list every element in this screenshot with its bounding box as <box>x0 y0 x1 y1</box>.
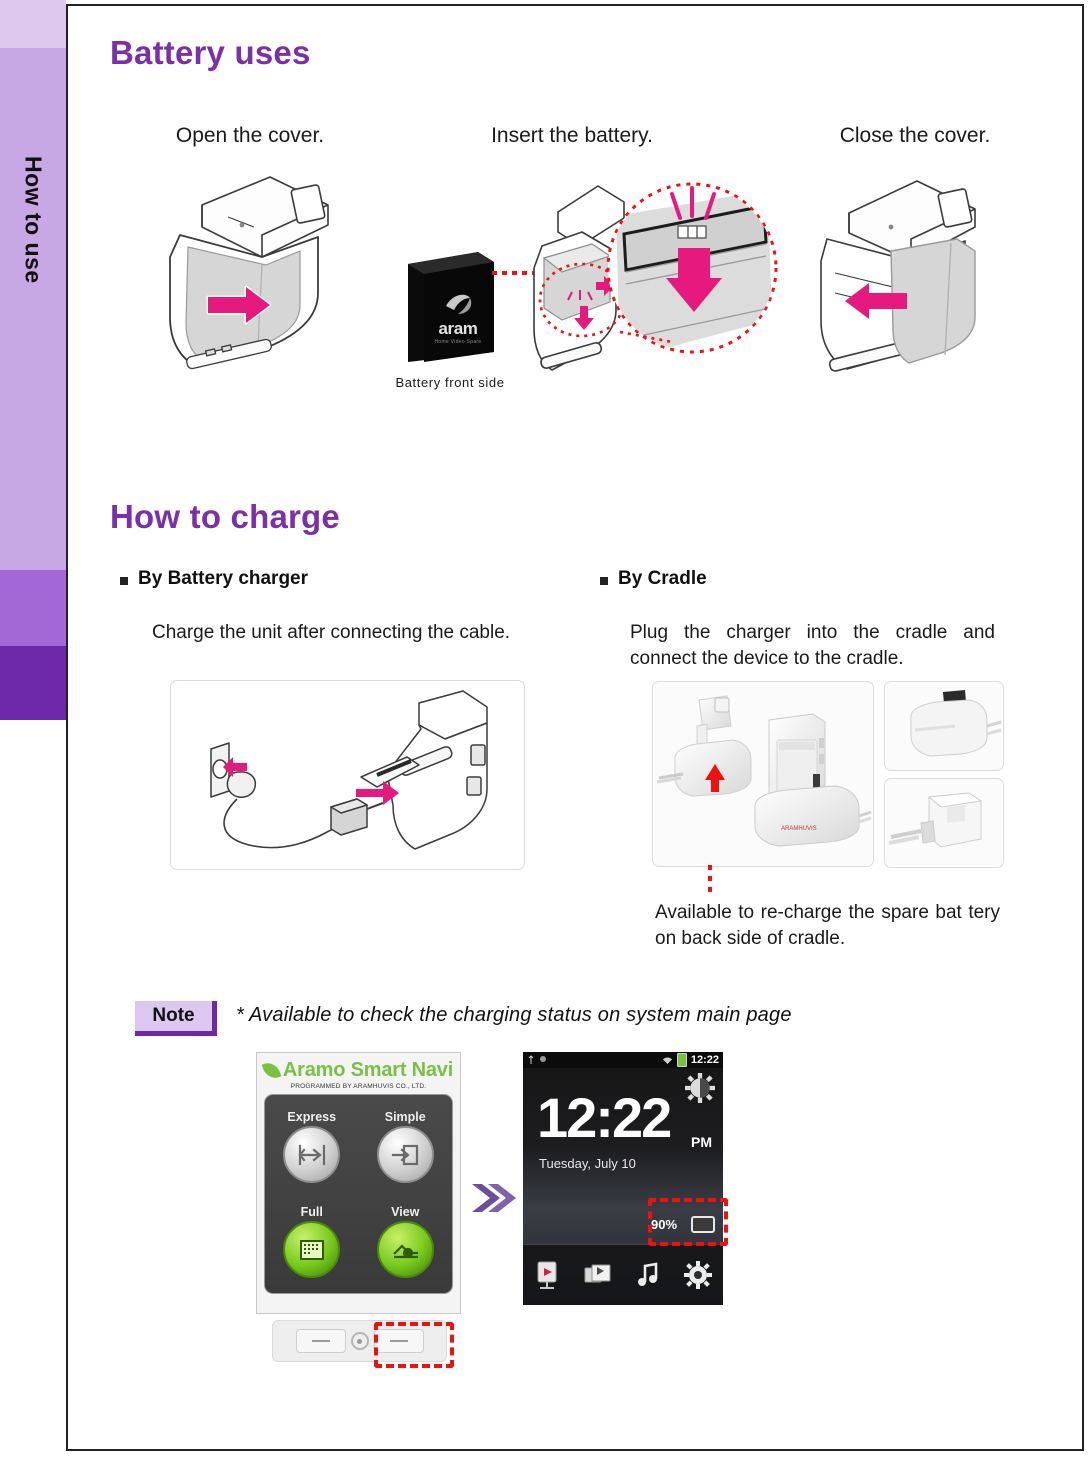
app-button-simple[interactable]: Simple <box>359 1099 453 1194</box>
status-bar: 12:22 <box>523 1052 723 1068</box>
sidebar-band-mid <box>0 570 66 646</box>
wifi-icon <box>662 1056 672 1064</box>
aramo-app-screen[interactable]: Aramo Smart Navi PROGRAMMED BY ARAMHUVIS… <box>256 1052 461 1314</box>
dock-item-music[interactable] <box>635 1261 661 1289</box>
note-badge: Note <box>135 1001 217 1036</box>
page-title-battery-uses: Battery uses <box>110 34 311 71</box>
panel-cradle-main: ARAMHUVIS <box>652 681 874 867</box>
illustration-spare-battery-slot <box>910 690 1002 757</box>
dock-item-video[interactable] <box>534 1260 560 1290</box>
app-button-label: Full <box>300 1205 323 1219</box>
dock-item-gallery[interactable] <box>583 1262 613 1288</box>
step-caption-insert-battery: Insert the battery. <box>491 124 653 147</box>
highlight-battery-percent <box>648 1198 728 1246</box>
sidebar: How to use <box>0 0 66 720</box>
bullet-by-cradle: By Cradle <box>600 568 707 590</box>
illustration-cradle-with-device: ARAMHUVIS <box>656 695 872 847</box>
bullet-by-battery-charger: By Battery charger <box>120 568 308 590</box>
cradle-footnote: Available to re-charge the spare bat ter… <box>655 902 1000 949</box>
clock-widget-meridiem: PM <box>691 1134 712 1150</box>
settings-icon <box>683 1261 712 1289</box>
sidebar-band-top <box>0 0 66 48</box>
sidebar-band-deep <box>0 646 66 720</box>
section-title-how-to-charge: How to charge <box>110 498 340 535</box>
app-title: Aramo Smart Navi <box>282 1059 454 1081</box>
svg-text:ARAMHUVIS: ARAMHUVIS <box>781 826 817 832</box>
simple-icon <box>376 1126 434 1183</box>
bullet-label: By Battery charger <box>138 568 309 589</box>
battery-front-side-caption: Battery front side <box>395 375 505 390</box>
app-button-express[interactable]: Express <box>265 1099 359 1194</box>
brightness-widget-icon[interactable] <box>685 1073 715 1103</box>
dash-icon <box>311 1340 330 1342</box>
panel-battery-charger <box>170 680 525 870</box>
view-icon <box>376 1221 434 1278</box>
battery-status-icon <box>676 1053 687 1067</box>
panel-cradle-back-battery <box>884 681 1004 771</box>
red-dotted-connector <box>708 865 712 895</box>
video-icon <box>537 1261 557 1289</box>
hw-button-center[interactable] <box>350 1332 369 1350</box>
bullet-square-icon <box>120 577 128 585</box>
illustration-charger-cable <box>210 690 488 850</box>
bullet-label: By Cradle <box>618 568 707 589</box>
bullet-square-icon <box>600 577 608 585</box>
battery-brand-sub: Home Video Spare <box>435 339 482 345</box>
app-button-label: Express <box>287 1110 337 1124</box>
illustration-insert-battery <box>533 182 778 371</box>
music-icon <box>638 1262 658 1286</box>
note-text: * Available to check the charging status… <box>236 1004 792 1026</box>
android-icon <box>540 1056 546 1062</box>
chevron-double-right-icon <box>472 1184 516 1212</box>
express-icon <box>283 1126 341 1183</box>
clock-widget-date: Tuesday, July 10 <box>539 1156 636 1171</box>
status-bar-time: 12:22 <box>690 1054 719 1066</box>
app-button-label: Simple <box>384 1110 426 1124</box>
illustration-battery-front: aram Home Video Spare <box>408 252 494 362</box>
full-icon <box>283 1221 341 1278</box>
sidebar-tab-how-to-use[interactable]: How to use <box>0 110 66 330</box>
app-button-view[interactable]: View <box>359 1194 453 1289</box>
app-button-grid: Express Simple Full View <box>264 1094 453 1294</box>
hw-button-left[interactable] <box>295 1329 346 1353</box>
step-caption-open-cover: Open the cover. <box>175 124 325 147</box>
android-dock <box>523 1244 723 1305</box>
step-caption-close-cover: Close the cover. <box>839 124 991 147</box>
leaf-icon <box>261 1060 282 1081</box>
dock-item-settings[interactable] <box>683 1261 712 1289</box>
cradle-description: Plug the charger into the cradle and con… <box>630 622 995 669</box>
app-logo-row: Aramo Smart Navi <box>257 1059 460 1082</box>
panel-cradle-rear-view <box>884 778 1004 868</box>
illustration-cradle-rear <box>888 792 983 848</box>
illustration-open-cover <box>169 176 329 370</box>
app-button-label: View <box>391 1205 420 1219</box>
battery-brand: aram <box>438 319 477 338</box>
illustration-close-cover <box>820 180 976 372</box>
app-subtitle: PROGRAMMED BY ARAMHUVIS CO., LTD. <box>290 1083 427 1090</box>
highlight-hw-button-right <box>374 1322 454 1368</box>
app-button-full[interactable]: Full <box>265 1194 359 1289</box>
clock-widget-time: 12:22 <box>537 1086 672 1149</box>
gallery-icon <box>584 1264 611 1283</box>
charger-description: Charge the unit after connecting the cab… <box>152 622 511 643</box>
usb-icon <box>528 1055 534 1064</box>
